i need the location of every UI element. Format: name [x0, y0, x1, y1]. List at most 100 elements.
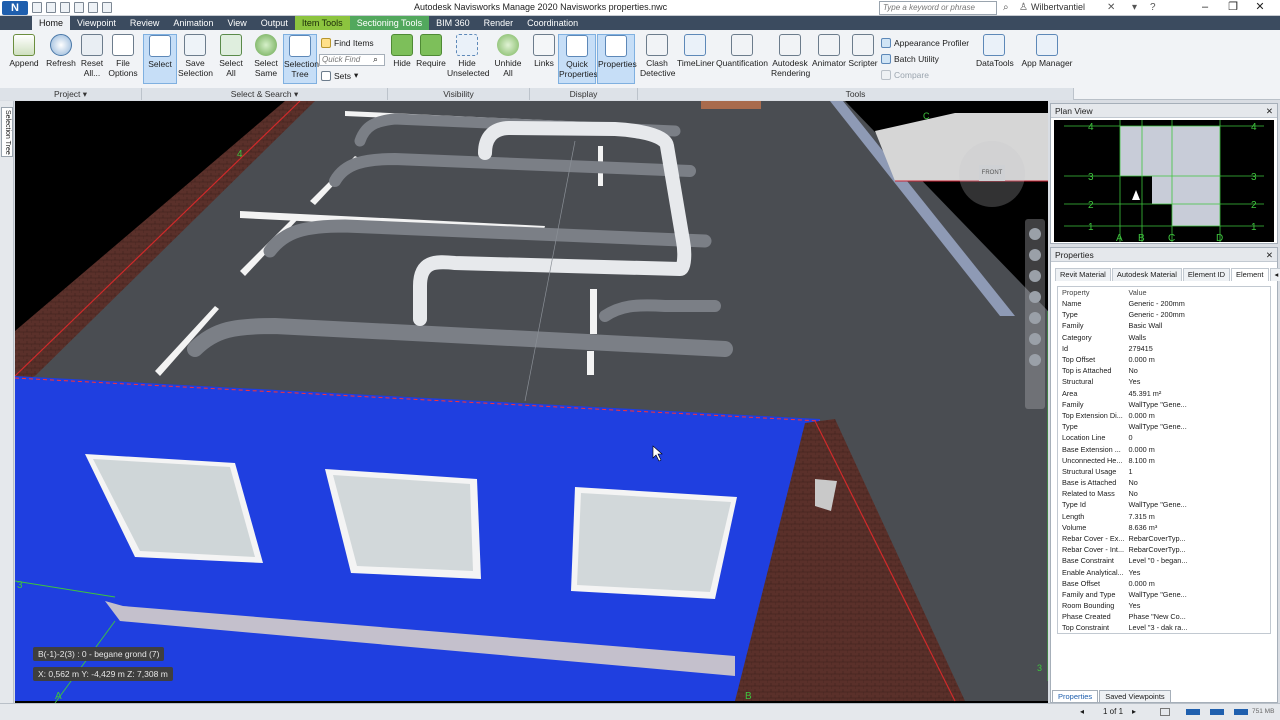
close-icon[interactable]: ✕: [1266, 104, 1273, 118]
tab-home[interactable]: Home: [32, 16, 71, 30]
selection-tree-button[interactable]: Selection Tree: [283, 34, 319, 84]
property-row[interactable]: Category Walls: [1058, 332, 1271, 343]
exchange-icon[interactable]: ✕: [1107, 2, 1115, 13]
property-row[interactable]: Family Basic Wall: [1058, 320, 1271, 331]
close-window-button[interactable]: ✕: [1240, 0, 1280, 16]
select-search-panel-label[interactable]: Select & Search ▾: [142, 88, 388, 100]
search-input[interactable]: Type a keyword or phrase: [879, 1, 997, 15]
tab-coordination[interactable]: Coordination: [520, 16, 585, 30]
tab-review[interactable]: Review: [123, 16, 167, 30]
property-column-header[interactable]: Property: [1058, 287, 1125, 299]
tab-revit-material[interactable]: Revit Material: [1055, 268, 1111, 281]
property-row[interactable]: Enable Analytical... Yes: [1058, 567, 1271, 578]
property-row[interactable]: Id 279415: [1058, 343, 1271, 354]
steeringwheel-icon[interactable]: [1029, 228, 1041, 240]
tab-item-tools[interactable]: Item Tools: [294, 16, 350, 30]
tab-saved-viewpoints[interactable]: Saved Viewpoints: [1099, 690, 1171, 703]
quick-find-search-icon[interactable]: ⌕: [373, 54, 378, 65]
app-manager-button[interactable]: App Manager: [1020, 34, 1074, 68]
3d-viewport[interactable]: 4 3 A B C 3 FRONT B(-1)-2(3) : 0 - began…: [15, 101, 1048, 703]
property-row[interactable]: Top Offset 0.000 m: [1058, 354, 1271, 365]
appearance-profiler-button[interactable]: Appearance Profiler: [881, 38, 969, 48]
property-row[interactable]: Rebar Cover - Ex... RebarCoverTyp...: [1058, 533, 1271, 544]
tab-element-id[interactable]: Element ID: [1182, 268, 1230, 281]
look-icon[interactable]: [1029, 312, 1041, 324]
property-row[interactable]: Phase Created Phase "New Co...: [1058, 611, 1271, 622]
property-row[interactable]: Type Generic - 200mm: [1058, 309, 1271, 320]
append-button[interactable]: Append: [8, 34, 40, 68]
plan-view-canvas[interactable]: 4 3 2 1 4 3 2 1 A B C D: [1054, 120, 1274, 244]
redo-icon[interactable]: [88, 2, 98, 13]
property-row[interactable]: Area 45.391 m²: [1058, 388, 1271, 399]
previous-page-icon[interactable]: ◂: [1080, 707, 1084, 716]
select-button[interactable]: Select: [143, 34, 177, 84]
file-options-button[interactable]: File Options: [107, 34, 139, 78]
clash-detective-button[interactable]: Clash Detective: [640, 34, 675, 78]
tab-animation[interactable]: Animation: [166, 16, 220, 30]
autodesk-rendering-button[interactable]: Autodesk Rendering: [771, 34, 810, 78]
property-row[interactable]: Structural Usage 1: [1058, 466, 1271, 477]
user-icon[interactable]: ♙: [1019, 2, 1028, 13]
walk-icon[interactable]: [1029, 333, 1041, 345]
datatools-button[interactable]: DataTools: [976, 34, 1014, 68]
property-row[interactable]: Family WallType "Gene...: [1058, 399, 1271, 410]
save-icon[interactable]: [46, 2, 56, 13]
property-row[interactable]: Structural Yes: [1058, 376, 1271, 387]
property-row[interactable]: Base Extension ... 0.000 m: [1058, 443, 1271, 454]
batch-utility-button[interactable]: Batch Utility: [881, 54, 939, 64]
3d-scene[interactable]: 4 3 A B C 3: [15, 101, 1048, 703]
timeliner-button[interactable]: TimeLiner: [677, 34, 714, 68]
tab-view[interactable]: View: [220, 16, 253, 30]
compare-button[interactable]: Compare: [881, 70, 929, 80]
user-name[interactable]: Wilbertvantiel: [1031, 2, 1085, 12]
property-row[interactable]: Length 7.315 m: [1058, 511, 1271, 522]
viewcube-front-face[interactable]: FRONT: [979, 165, 1005, 181]
require-button[interactable]: Require: [416, 34, 446, 68]
status-icon[interactable]: [1160, 708, 1170, 716]
hide-button[interactable]: Hide: [390, 34, 414, 68]
open-icon[interactable]: [32, 2, 42, 13]
next-page-icon[interactable]: ▸: [1132, 707, 1136, 716]
undo-icon[interactable]: [74, 2, 84, 13]
property-row[interactable]: Top Extension Di... 0.000 m: [1058, 410, 1271, 421]
tab-render[interactable]: Render: [477, 16, 521, 30]
find-items-button[interactable]: Find Items: [321, 38, 374, 48]
tab-bim-360[interactable]: BIM 360: [429, 16, 477, 30]
refresh-button[interactable]: Refresh: [45, 34, 77, 68]
property-row[interactable]: Top is Attached No: [1058, 365, 1271, 376]
help-icon[interactable]: ?: [1150, 2, 1156, 13]
close-icon[interactable]: ✕: [1266, 248, 1273, 262]
selection-tree-tab[interactable]: Selection Tree: [1, 107, 13, 157]
print-icon[interactable]: [60, 2, 70, 13]
orbit-icon[interactable]: [1029, 291, 1041, 303]
tab-viewpoint[interactable]: Viewpoint: [70, 16, 123, 30]
property-row[interactable]: Family and Type WallType "Gene...: [1058, 589, 1271, 600]
account-icon[interactable]: ▾: [1132, 2, 1137, 13]
quick-properties-button[interactable]: Quick Properties: [558, 34, 598, 84]
value-column-header[interactable]: Value: [1124, 287, 1270, 299]
property-row[interactable]: Top Constraint Level "3 - dak ra...: [1058, 622, 1271, 634]
plan-map[interactable]: 4 3 2 1 4 3 2 1 A B C D: [1054, 120, 1274, 244]
hide-unselected-button[interactable]: Hide Unselected: [447, 34, 490, 78]
property-row[interactable]: Type Id WallType "Gene...: [1058, 499, 1271, 510]
application-menu-button[interactable]: N: [2, 1, 28, 15]
sets-dropdown[interactable]: Sets ▾: [321, 70, 358, 81]
tab-element[interactable]: Element: [1231, 268, 1269, 281]
quantification-button[interactable]: Quantification: [716, 34, 768, 68]
select-icon[interactable]: [102, 2, 112, 13]
property-row[interactable]: Related to Mass No: [1058, 488, 1271, 499]
links-button[interactable]: Links: [532, 34, 556, 68]
select-all-button[interactable]: Select All: [215, 34, 247, 78]
tab-sectioning-tools[interactable]: Sectioning Tools: [349, 16, 430, 30]
tab-autodesk-material[interactable]: Autodesk Material: [1111, 268, 1182, 281]
property-row[interactable]: Name Generic - 200mm: [1058, 298, 1271, 309]
property-row[interactable]: Rebar Cover - Int... RebarCoverTyp...: [1058, 544, 1271, 555]
zoom-icon[interactable]: [1029, 270, 1041, 282]
viewcube[interactable]: FRONT: [959, 141, 1025, 207]
tab-properties[interactable]: Properties: [1052, 690, 1099, 703]
reset-all-button[interactable]: Reset All...: [78, 34, 106, 78]
animator-button[interactable]: Animator: [811, 34, 847, 68]
property-row[interactable]: Type WallType "Gene...: [1058, 421, 1271, 432]
properties-button[interactable]: Properties: [597, 34, 637, 84]
project-panel-label[interactable]: Project ▾: [0, 88, 142, 100]
